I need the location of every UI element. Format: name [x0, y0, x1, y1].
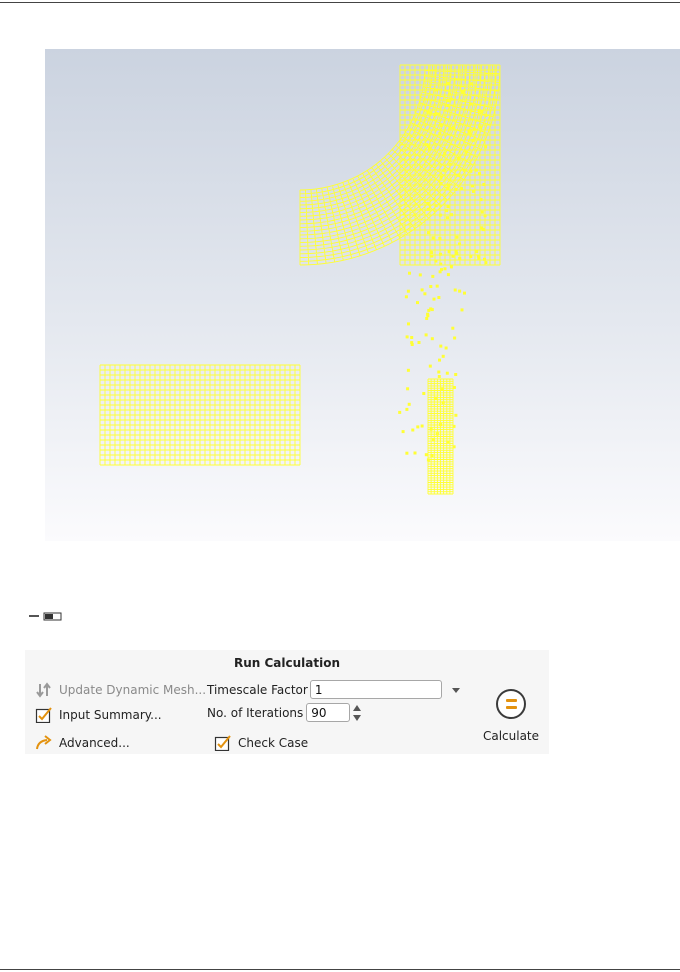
graphics-viewport[interactable] — [45, 49, 680, 541]
bottom-rule — [0, 969, 680, 970]
stepper-down-icon[interactable] — [352, 714, 362, 722]
update-dynamic-mesh-button[interactable]: Update Dynamic Mesh... — [35, 682, 206, 698]
timescale-dropdown-icon[interactable] — [450, 685, 462, 695]
check-case-label: Check Case — [238, 736, 309, 750]
calculate-label: Calculate — [482, 729, 540, 743]
advanced-arrow-icon — [36, 735, 52, 750]
advanced-label: Advanced... — [59, 736, 130, 750]
mesh-grid-lines — [99, 64, 501, 495]
timescale-factor-input[interactable] — [309, 680, 442, 699]
advanced-button[interactable]: Advanced... — [35, 735, 130, 751]
update-dynamic-mesh-label: Update Dynamic Mesh... — [59, 683, 207, 697]
input-summary-label: Input Summary... — [59, 708, 162, 722]
timescale-factor-row: Timescale Factor — [207, 680, 462, 699]
stepper-up-icon[interactable] — [352, 704, 362, 712]
input-summary-button[interactable]: Input Summary... — [35, 707, 162, 723]
top-rule — [0, 2, 680, 3]
timescale-factor-label: Timescale Factor — [207, 682, 308, 697]
calculate-button[interactable]: Calculate — [480, 689, 542, 744]
panel-title: Run Calculation — [233, 656, 341, 670]
check-case-checkbox[interactable]: Check Case — [214, 735, 308, 751]
mesh-display — [99, 64, 501, 495]
check-case-check-icon — [214, 735, 231, 751]
run-calculation-panel: Run Calculation Update Dynamic Mesh... I… — [25, 650, 549, 754]
calculate-equals-icon — [496, 689, 526, 719]
iterations-stepper[interactable] — [352, 703, 364, 722]
update-mesh-arrows-icon — [36, 682, 51, 698]
iterations-label: No. of Iterations — [207, 705, 304, 720]
scale-bar-icon — [29, 612, 62, 621]
iterations-row: No. of Iterations — [207, 703, 364, 722]
iterations-input[interactable] — [306, 703, 351, 722]
checklist-icon — [35, 707, 52, 723]
